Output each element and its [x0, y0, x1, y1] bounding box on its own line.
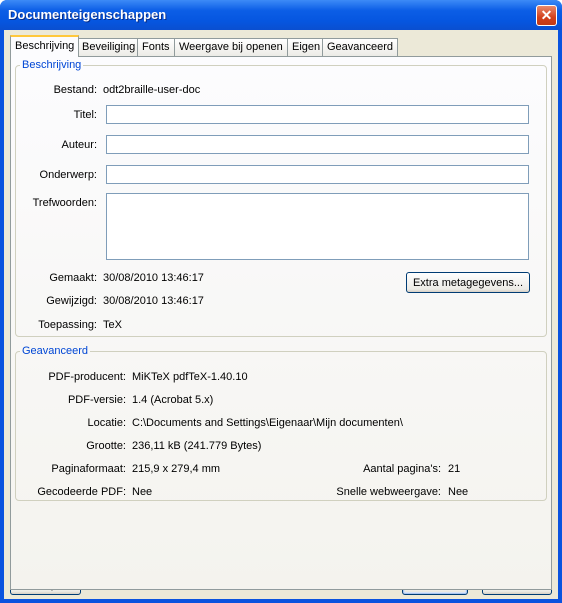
- modified-value: 30/08/2010 13:46:17: [103, 295, 204, 307]
- description-legend: Beschrijving: [22, 59, 82, 71]
- dialog-window: Documenteigenschappen ✕ Beschrijving Bev…: [0, 0, 562, 603]
- producer-value: MiKTeX pdfTeX-1.40.10: [132, 371, 248, 383]
- tab-geavanceerd[interactable]: Geavanceerd: [322, 38, 399, 56]
- pages-value: 21: [448, 463, 461, 475]
- title-label: Titel:: [73, 109, 97, 121]
- pagesize-value: 215,9 x 279,4 mm: [132, 463, 221, 475]
- tagged-pdf-value: Nee: [132, 486, 153, 498]
- size-label: Grootte:: [86, 440, 126, 452]
- subject-label: Onderwerp:: [39, 169, 97, 181]
- tab-eigen[interactable]: Eigen: [287, 38, 326, 56]
- subject-field[interactable]: [106, 165, 529, 184]
- fast-web-view-value: Nee: [448, 486, 469, 498]
- dialog-client: Beschrijving Beveiliging Fonts Weergave …: [4, 30, 558, 599]
- author-field[interactable]: [106, 135, 529, 154]
- extra-metadata-button[interactable]: Extra metagegevens...: [406, 272, 530, 293]
- tab-beschrijving[interactable]: Beschrijving: [10, 35, 80, 57]
- tab-weergave-bij-openen[interactable]: Weergave bij openen: [174, 38, 288, 56]
- advanced-legend: Geavanceerd: [22, 345, 89, 357]
- location-label: Locatie:: [87, 417, 126, 429]
- author-label: Auteur:: [61, 139, 97, 151]
- keywords-field[interactable]: [106, 193, 529, 260]
- location-value: C:\Documents and Settings\Eigenaar\Mijn …: [132, 417, 403, 429]
- size-value: 236,11 kB (241.779 Bytes): [132, 440, 262, 452]
- tab-beveiliging[interactable]: Beveiliging: [77, 38, 141, 56]
- pages-label: Aantal pagina's:: [363, 463, 441, 475]
- title-bar[interactable]: Documenteigenschappen ✕: [0, 0, 562, 30]
- tagged-pdf-label: Gecodeerde PDF:: [37, 486, 126, 498]
- modified-label: Gewijzigd:: [46, 295, 97, 307]
- window-title: Documenteigenschappen: [8, 7, 167, 22]
- tab-panel-beschrijving: Beschrijving Bestand: odt2braille-user-d…: [10, 56, 552, 590]
- created-value: 30/08/2010 13:46:17: [103, 272, 204, 284]
- version-value: 1.4 (Acrobat 5.x): [132, 394, 214, 406]
- tab-fonts[interactable]: Fonts: [137, 38, 175, 56]
- pagesize-label: Paginaformaat:: [51, 463, 126, 475]
- file-label: Bestand:: [53, 84, 97, 96]
- close-icon[interactable]: ✕: [536, 5, 557, 26]
- file-value: odt2braille-user-doc: [103, 84, 201, 96]
- fast-web-view-label: Snelle webweergave:: [336, 486, 441, 498]
- version-label: PDF-versie:: [67, 394, 126, 406]
- producer-label: PDF-producent:: [48, 371, 126, 383]
- keywords-label: Trefwoorden:: [32, 197, 97, 209]
- created-label: Gemaakt:: [49, 272, 97, 284]
- application-value: TeX: [103, 319, 122, 331]
- application-label: Toepassing:: [38, 319, 97, 331]
- title-field[interactable]: [106, 105, 529, 124]
